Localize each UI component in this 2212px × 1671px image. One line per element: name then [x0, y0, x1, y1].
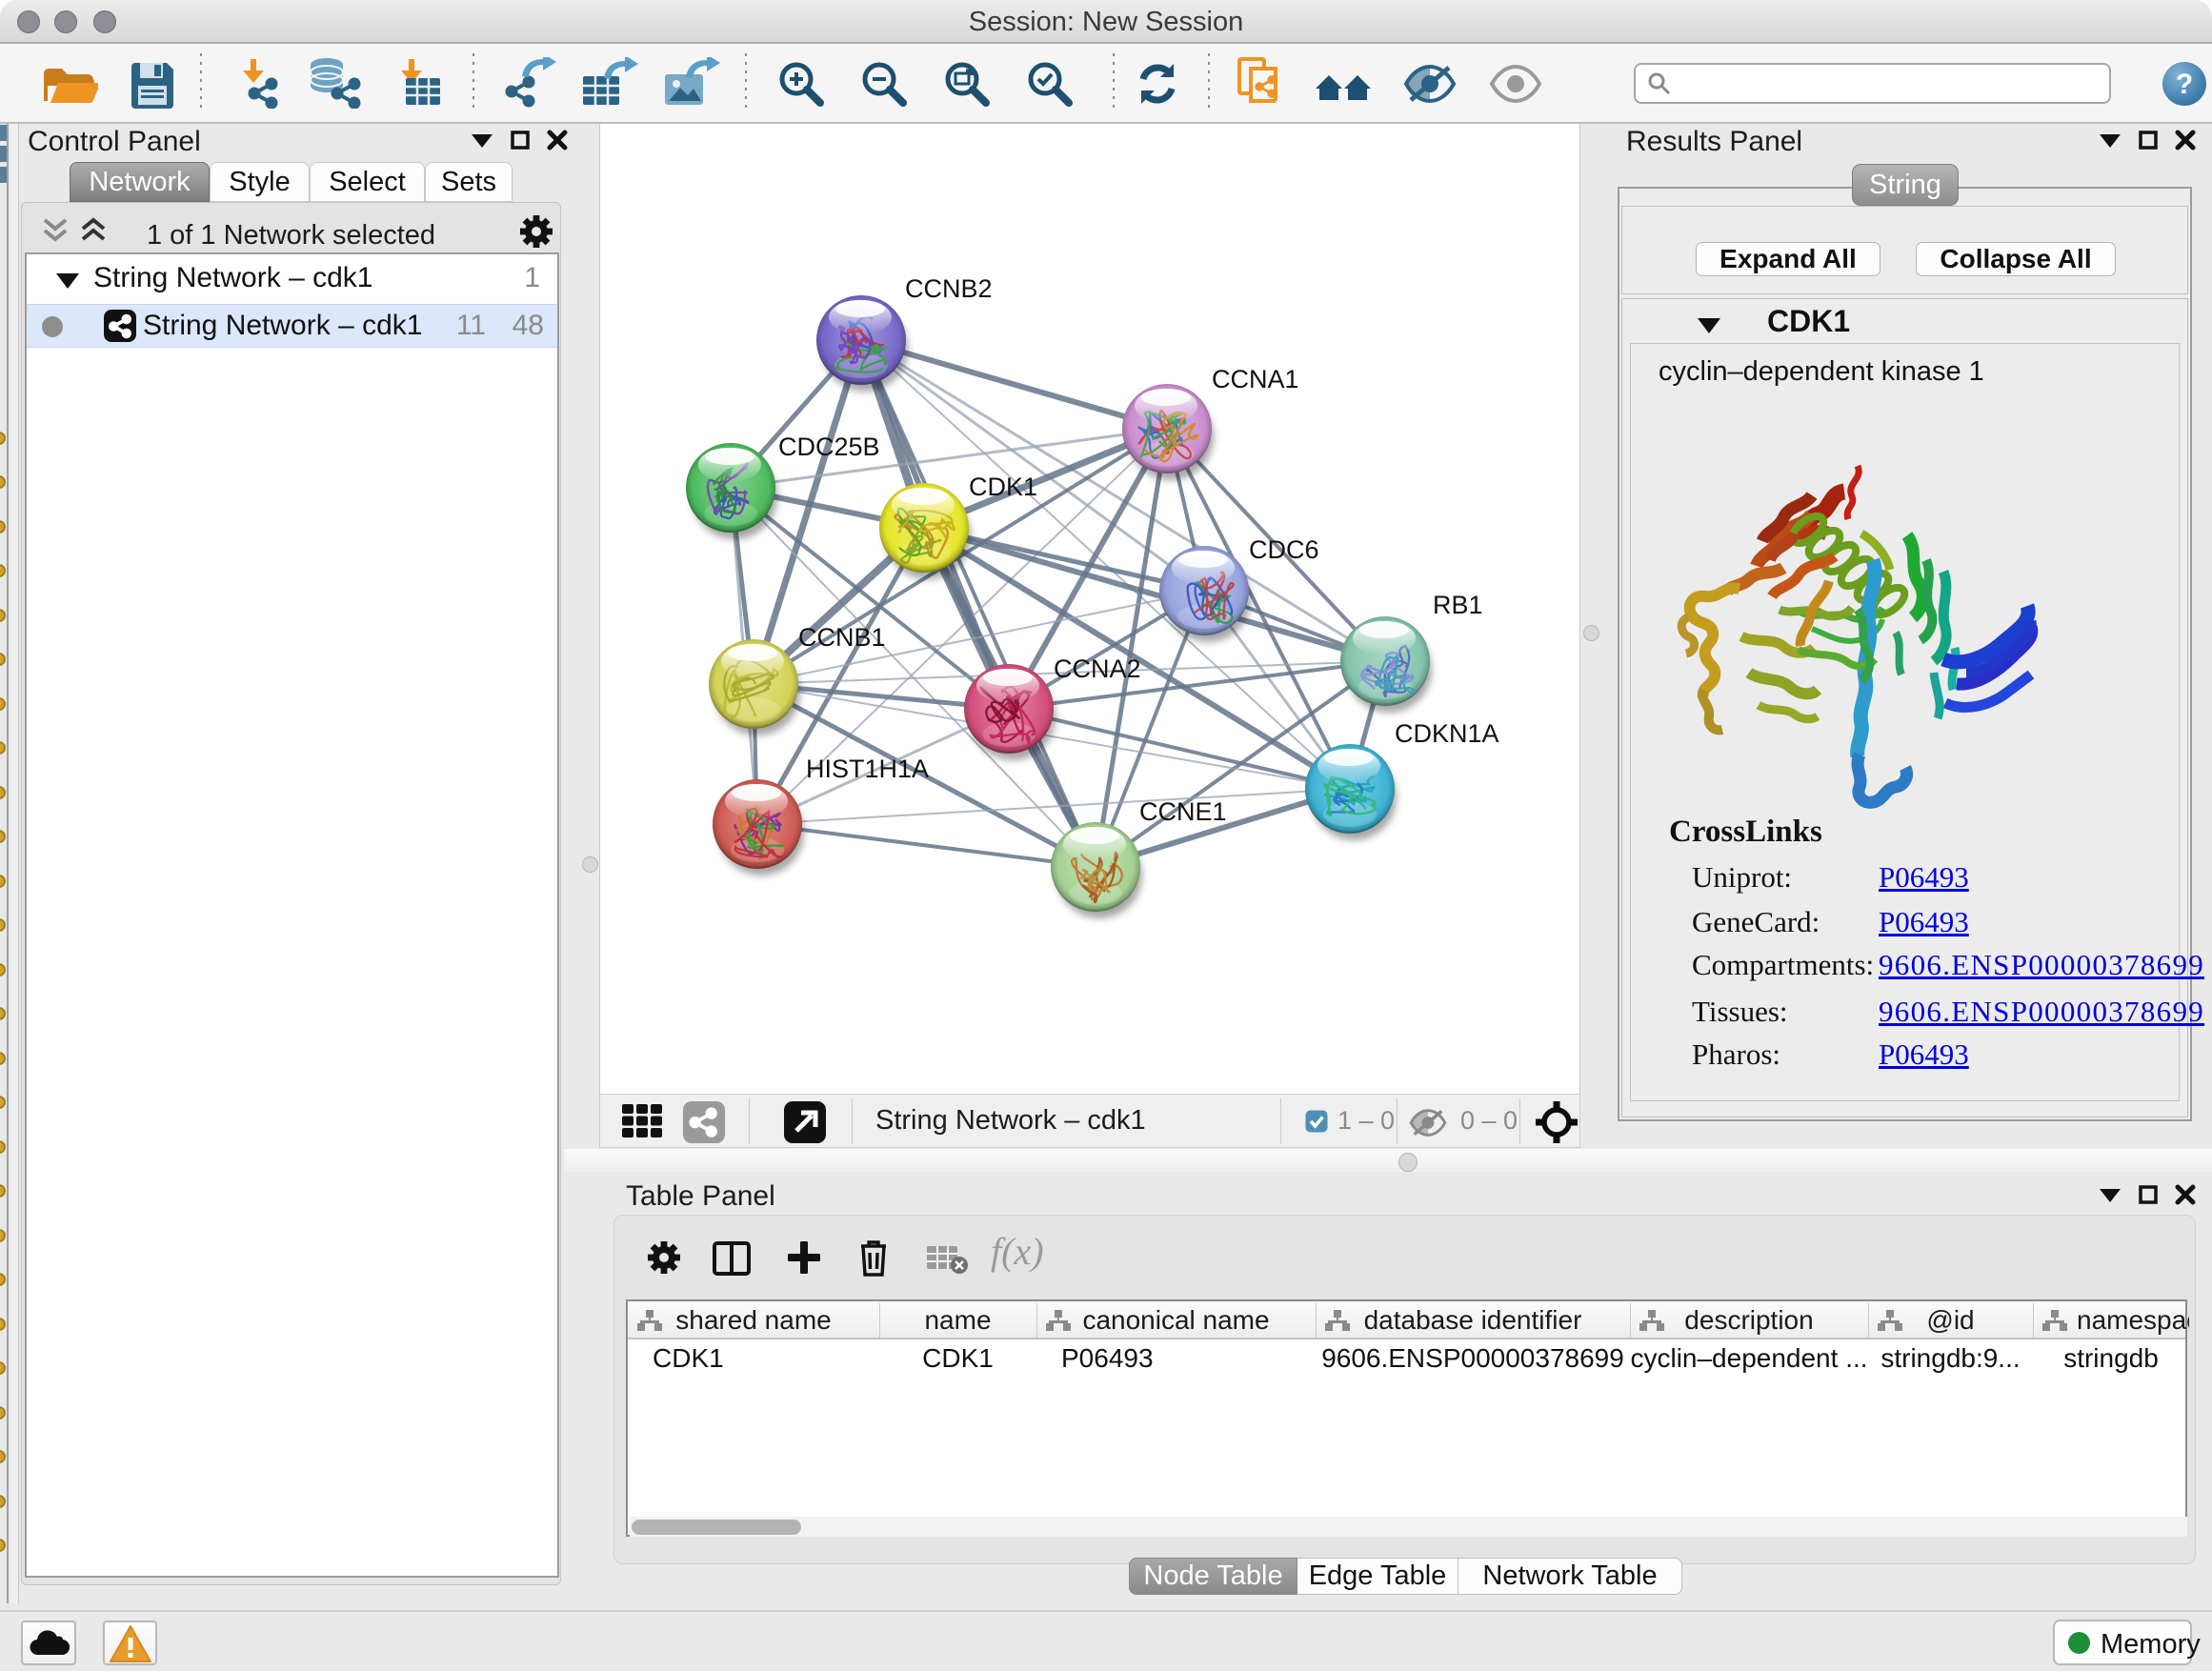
svg-text:CDKN1A: CDKN1A [1395, 719, 1499, 748]
svg-text:HIST1H1A: HIST1H1A [806, 755, 929, 783]
svg-text:CCNE1: CCNE1 [1139, 797, 1227, 826]
svg-text:CDK1: CDK1 [969, 473, 1037, 501]
svg-text:CCNB2: CCNB2 [905, 274, 993, 303]
svg-text:CDC25B: CDC25B [778, 433, 880, 461]
svg-text:CDC6: CDC6 [1249, 535, 1319, 564]
svg-text:CCNA2: CCNA2 [1054, 654, 1141, 683]
svg-text:RB1: RB1 [1433, 591, 1483, 619]
svg-text:CCNA1: CCNA1 [1212, 365, 1299, 393]
svg-text:?: ? [2176, 69, 2193, 100]
svg-text:CCNB1: CCNB1 [798, 623, 886, 652]
